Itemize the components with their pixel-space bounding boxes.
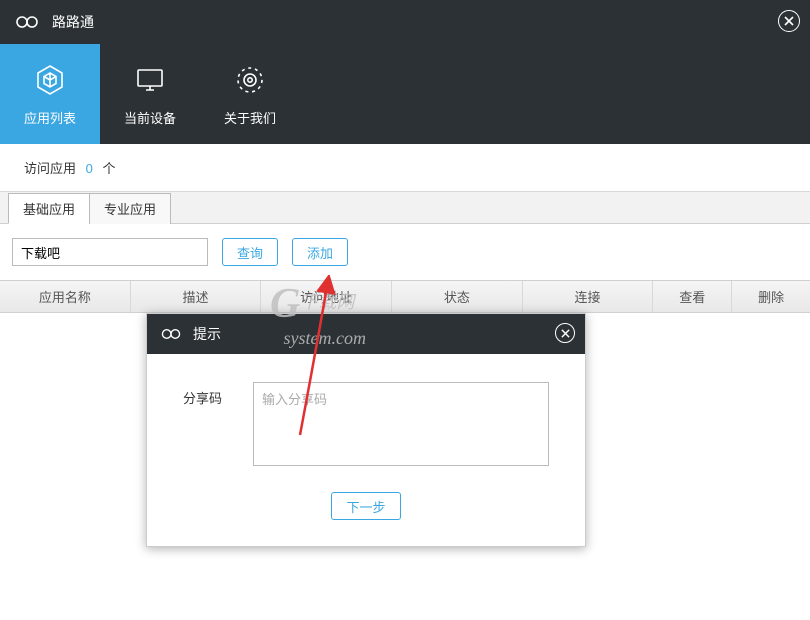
tab-label: 应用列表	[24, 108, 76, 127]
th-delete: 删除	[732, 281, 810, 312]
modal-title: 提示	[193, 324, 221, 344]
cube-icon	[32, 62, 68, 98]
toolbar: 查询 添加	[0, 224, 810, 280]
tab-basic-apps[interactable]: 基础应用	[8, 193, 90, 224]
summary-suffix: 个	[103, 161, 116, 176]
share-code-input[interactable]	[253, 382, 549, 466]
summary-count: 0	[86, 161, 93, 176]
modal-body: 分享码	[147, 354, 585, 486]
summary-bar: 访问应用 0 个	[0, 144, 810, 191]
tab-label: 当前设备	[124, 108, 176, 127]
modal-footer: 下一步	[147, 486, 585, 546]
query-button[interactable]: 查询	[222, 238, 278, 266]
app-title: 路路通	[52, 12, 94, 32]
modal-close-button[interactable]	[555, 323, 575, 343]
close-button[interactable]	[778, 10, 800, 32]
summary-prefix: 访问应用	[24, 161, 76, 176]
modal-header: 提示	[147, 314, 585, 354]
th-view: 查看	[653, 281, 732, 312]
next-button[interactable]: 下一步	[331, 492, 400, 520]
th-status: 状态	[392, 281, 523, 312]
share-modal: 提示 分享码 下一步	[146, 313, 586, 547]
tab-app-list[interactable]: 应用列表	[0, 44, 100, 144]
titlebar: 路路通	[0, 0, 810, 44]
share-code-label: 分享码	[183, 382, 235, 407]
table-header: 应用名称 描述 访问地址 状态 连接 查看 删除	[0, 280, 810, 313]
th-name: 应用名称	[0, 281, 131, 312]
content-area: 访问应用 0 个 基础应用 专业应用 查询 添加 应用名称 描述 访问地址 状态…	[0, 144, 810, 313]
tab-label: 关于我们	[224, 108, 276, 127]
tab-current-device[interactable]: 当前设备	[100, 44, 200, 144]
th-url: 访问地址	[261, 281, 392, 312]
monitor-icon	[132, 62, 168, 98]
search-input[interactable]	[12, 238, 208, 266]
inner-tabs: 基础应用 专业应用	[0, 191, 810, 224]
th-connect: 连接	[523, 281, 654, 312]
tab-pro-apps[interactable]: 专业应用	[89, 193, 171, 224]
main-nav: 应用列表 当前设备 关于我们	[0, 44, 810, 144]
th-desc: 描述	[131, 281, 262, 312]
gear-icon	[232, 62, 268, 98]
tab-about[interactable]: 关于我们	[200, 44, 300, 144]
add-button[interactable]: 添加	[292, 238, 348, 266]
modal-logo-icon	[161, 328, 181, 340]
app-logo-icon	[16, 15, 38, 29]
